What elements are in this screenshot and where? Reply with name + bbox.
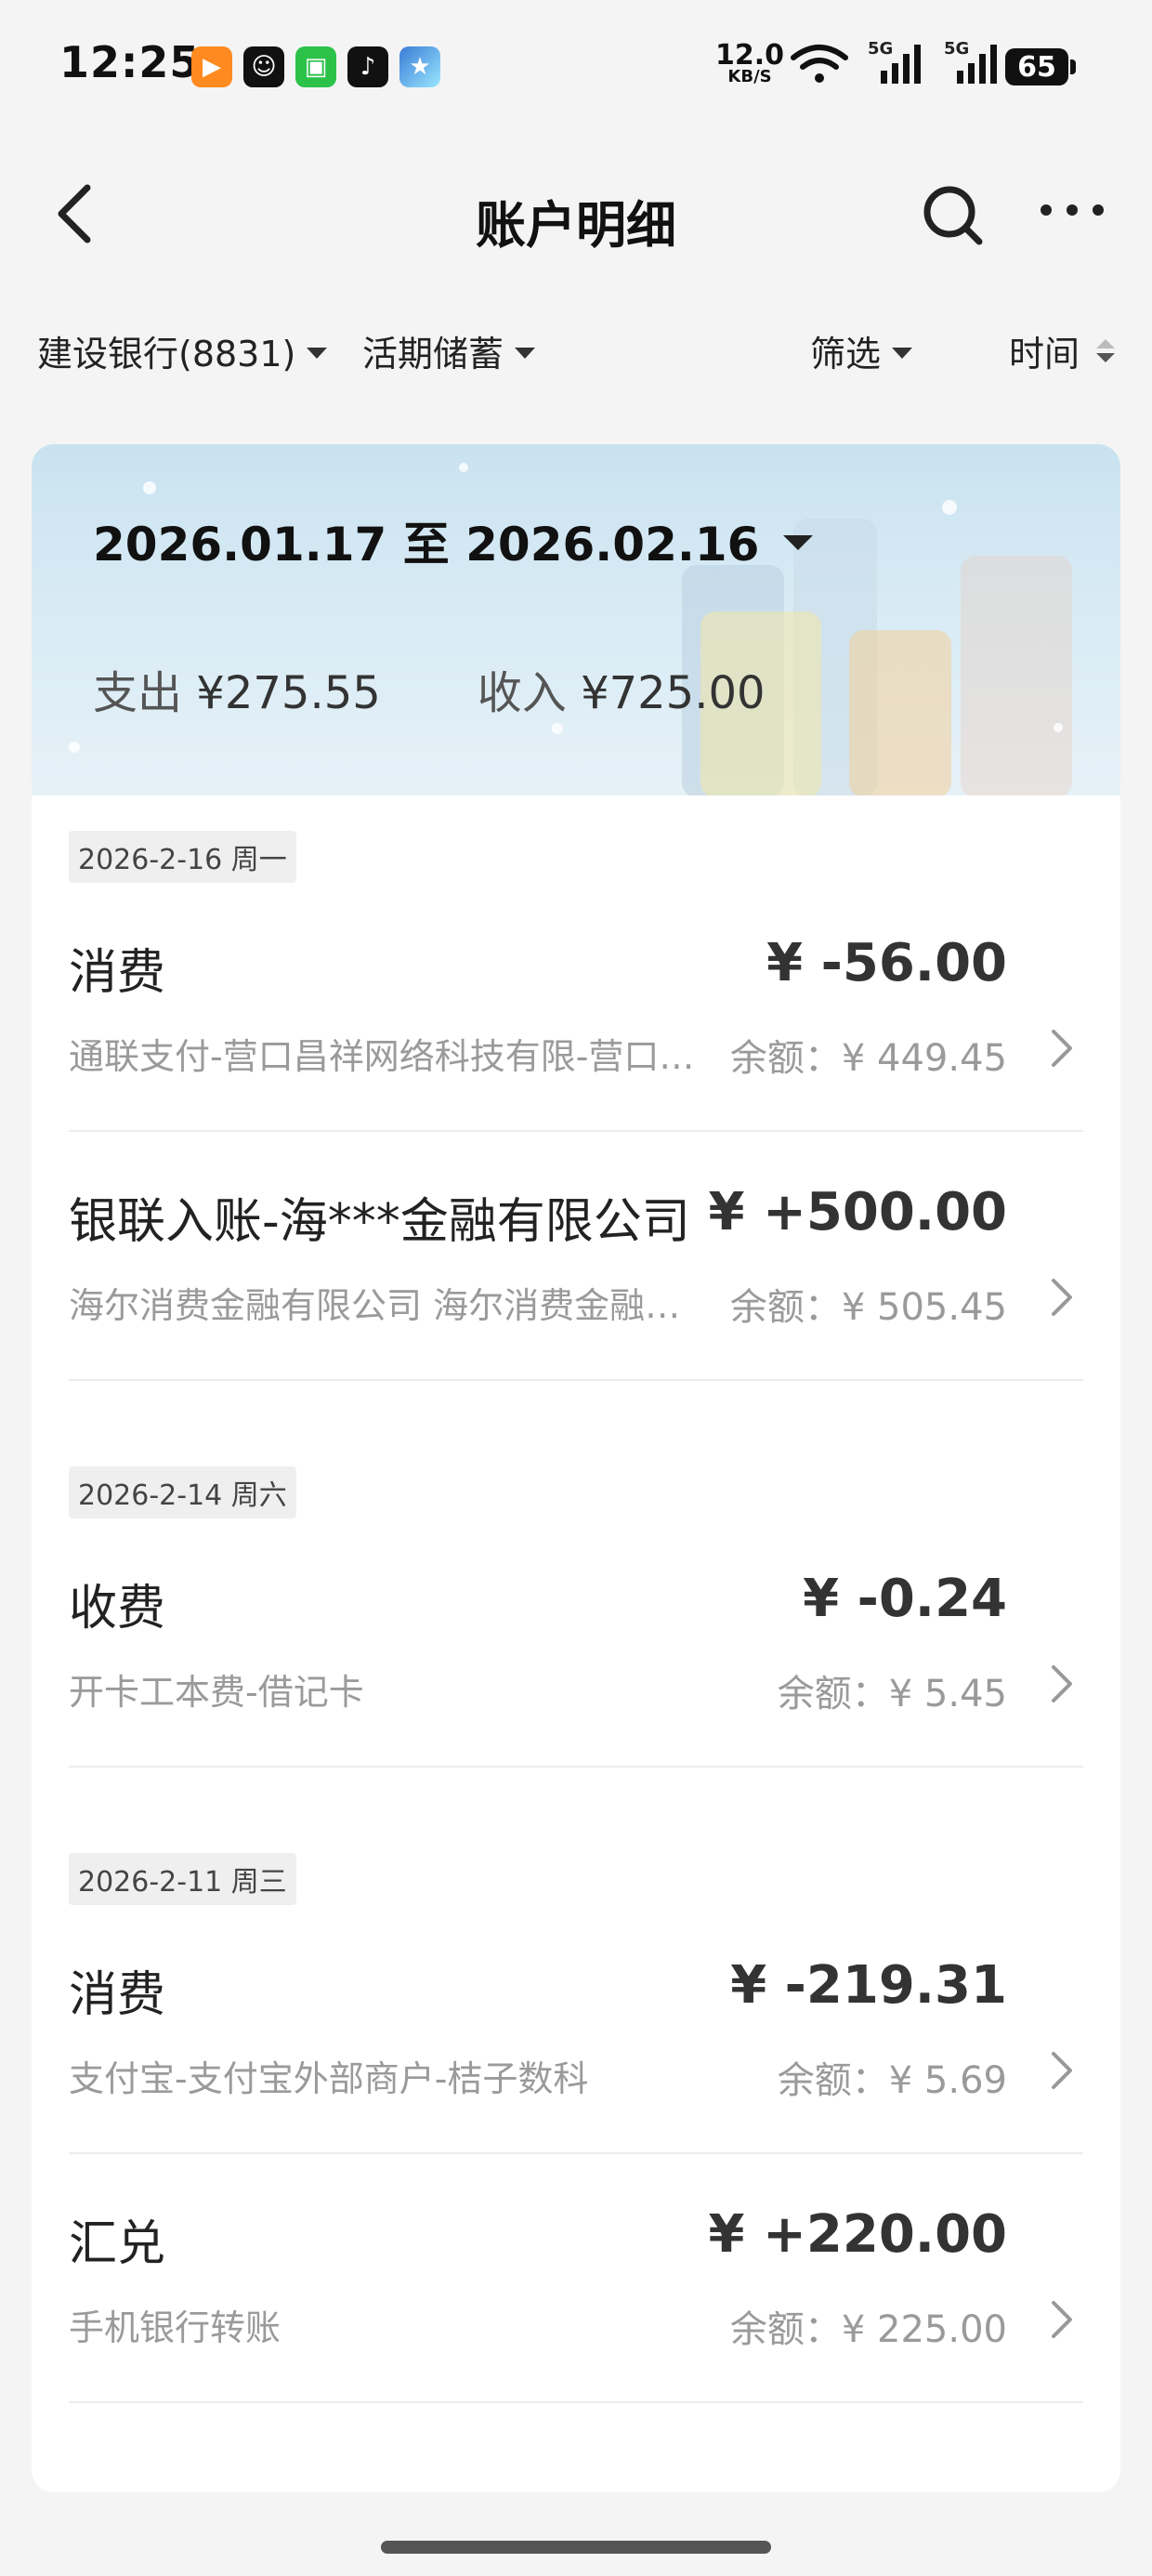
- transaction-amount: ¥ -0.24: [803, 1569, 1007, 1629]
- sort-label: 时间: [1009, 334, 1080, 375]
- expense-label: 支出: [93, 667, 183, 719]
- signal-icon-2: 5G: [944, 39, 1001, 84]
- status-time: 12:25: [59, 37, 201, 87]
- transaction-balance: 余额：¥ 225.00: [729, 2308, 1007, 2351]
- account-selector[interactable]: 建设银行(8831): [37, 325, 328, 376]
- date-group: 2026-2-11 周三 消费 ¥ -219.31 支付宝-支付宝外部商户-桔子…: [69, 1768, 1083, 2403]
- transaction-amount: ¥ -219.31: [730, 1955, 1007, 2016]
- status-bar: 12:25 ▶ ☺ ▣ ♪ ★ 12.0 KB/S 5G 5G 65: [0, 0, 1152, 139]
- notification-app-icons: ▶ ☺ ▣ ♪ ★: [191, 46, 440, 87]
- game-app-icon: ★: [399, 46, 440, 87]
- transaction-description: 手机银行转账: [69, 2307, 281, 2348]
- banner-building-decoration: [849, 630, 951, 795]
- transaction-balance: 余额：¥ 5.45: [777, 1673, 1007, 1715]
- chevron-right-icon: [1052, 1665, 1072, 1702]
- caret-down-icon: [892, 347, 913, 359]
- transaction-row[interactable]: 消费 ¥ -56.00 通联支付-营口昌祥网络科技有限-营口… 余额：¥ 449…: [69, 883, 1083, 1132]
- chevron-right-icon: [1052, 2301, 1072, 2338]
- search-icon: [923, 186, 983, 245]
- network-speed: 12.0 KB/S: [715, 42, 784, 85]
- account-type-selector[interactable]: 活期储蓄: [362, 325, 536, 376]
- shopping-app-icon: ▣: [295, 46, 336, 87]
- transaction-title: 消费: [69, 945, 166, 1001]
- filter-dropdown[interactable]: 筛选: [810, 325, 913, 376]
- caret-down-icon: [783, 535, 814, 550]
- transaction-amount: ¥ +500.00: [708, 1182, 1007, 1242]
- smile-app-icon: ☺: [243, 46, 284, 87]
- transaction-row[interactable]: 消费 ¥ -219.31 支付宝-支付宝外部商户-桔子数科 余额：¥ 5.69: [69, 1905, 1083, 2154]
- transaction-title: 消费: [69, 1967, 166, 2023]
- signal-label-2: 5G: [944, 39, 970, 59]
- snowflake-decoration: [459, 463, 468, 472]
- caret-down-icon: [515, 347, 536, 359]
- transaction-description: 海尔消费金融有限公司 海尔消费金融有…: [69, 1285, 700, 1326]
- transaction-description: 通联支付-营口昌祥网络科技有限-营口…: [69, 1036, 695, 1077]
- transaction-description: 开卡工本费-借记卡: [69, 1672, 364, 1713]
- date-label: 2026-2-16 周一: [69, 831, 296, 883]
- chevron-right-icon: [1052, 2052, 1072, 2089]
- income-total: 收入 ¥725.00: [478, 656, 766, 721]
- snowflake-decoration: [143, 481, 156, 494]
- date-range-text: 2026.01.17 至 2026.02.16: [93, 518, 760, 572]
- transaction-amount: ¥ +220.00: [708, 2204, 1007, 2265]
- system-icons: 5G 5G: [790, 39, 1001, 84]
- signal-icon-1: 5G: [868, 39, 925, 84]
- summary-banner: 2026.01.17 至 2026.02.16 支出 ¥275.55 收入 ¥7…: [32, 444, 1120, 795]
- date-group: 2026-2-14 周六 收费 ¥ -0.24 开卡工本费-借记卡 余额：¥ 5…: [69, 1381, 1083, 1768]
- more-dots-icon: [1041, 204, 1104, 216]
- date-label: 2026-2-11 周三: [69, 1853, 296, 1905]
- top-nav-bar: 账户明细: [0, 139, 1152, 288]
- more-button[interactable]: [1035, 191, 1109, 229]
- transaction-row[interactable]: 收费 ¥ -0.24 开卡工本费-借记卡 余额：¥ 5.45: [69, 1518, 1083, 1768]
- transaction-description: 支付宝-支付宝外部商户-桔子数科: [69, 2058, 589, 2099]
- signal-label-1: 5G: [868, 39, 894, 59]
- search-button[interactable]: [920, 182, 985, 247]
- battery-indicator: 65: [1005, 48, 1076, 85]
- chevron-right-icon: [1052, 1030, 1072, 1067]
- transaction-title: 银联入账-海***金融有限公司: [69, 1194, 690, 1250]
- banner-building-decoration: [961, 556, 1072, 795]
- income-value: ¥725.00: [581, 667, 766, 719]
- account-type-label: 活期储蓄: [362, 334, 504, 375]
- transaction-amount: ¥ -56.00: [766, 933, 1007, 993]
- sort-by-time[interactable]: 时间: [1009, 325, 1116, 376]
- transaction-title: 汇兑: [69, 2216, 166, 2272]
- expense-value: ¥275.55: [196, 667, 381, 719]
- income-label: 收入: [477, 667, 567, 719]
- snowflake-decoration: [942, 500, 957, 515]
- filter-bar: 建设银行(8831) 活期储蓄 筛选 时间: [0, 325, 1152, 381]
- transaction-balance: 余额：¥ 505.45: [729, 1286, 1007, 1329]
- home-indicator[interactable]: [381, 2541, 771, 2554]
- date-group: 2026-2-16 周一 消费 ¥ -56.00 通联支付-营口昌祥网络科技有限…: [69, 795, 1083, 1381]
- caret-down-icon: [307, 347, 328, 359]
- filter-label: 筛选: [810, 334, 882, 375]
- sort-icon: [1096, 339, 1116, 362]
- date-range-selector[interactable]: 2026.01.17 至 2026.02.16: [93, 507, 814, 574]
- transaction-title: 收费: [69, 1581, 166, 1636]
- snowflake-decoration: [69, 742, 80, 753]
- tiktok-app-icon: ♪: [347, 46, 388, 87]
- account-selector-label: 建设银行(8831): [37, 334, 296, 375]
- transaction-row[interactable]: 银联入账-海***金融有限公司 ¥ +500.00 海尔消费金融有限公司 海尔消…: [69, 1132, 1083, 1381]
- chevron-right-icon: [1052, 1279, 1072, 1316]
- account-detail-card: 2026.01.17 至 2026.02.16 支出 ¥275.55 收入 ¥7…: [32, 444, 1120, 2492]
- snowflake-decoration: [552, 723, 563, 734]
- summary-totals: 支出 ¥275.55 收入 ¥725.00: [93, 656, 766, 721]
- transaction-list: 2026-2-16 周一 消费 ¥ -56.00 通联支付-营口昌祥网络科技有限…: [69, 795, 1083, 2403]
- wifi-icon: [791, 45, 848, 83]
- transaction-row[interactable]: 汇兑 ¥ +220.00 手机银行转账 余额：¥ 225.00: [69, 2154, 1083, 2403]
- video-app-icon: ▶: [191, 46, 232, 87]
- transaction-balance: 余额：¥ 5.69: [777, 2059, 1007, 2102]
- expense-total: 支出 ¥275.55: [93, 656, 381, 721]
- transaction-balance: 余额：¥ 449.45: [729, 1037, 1007, 1080]
- date-label: 2026-2-14 周六: [69, 1466, 296, 1518]
- snowflake-decoration: [1054, 723, 1063, 732]
